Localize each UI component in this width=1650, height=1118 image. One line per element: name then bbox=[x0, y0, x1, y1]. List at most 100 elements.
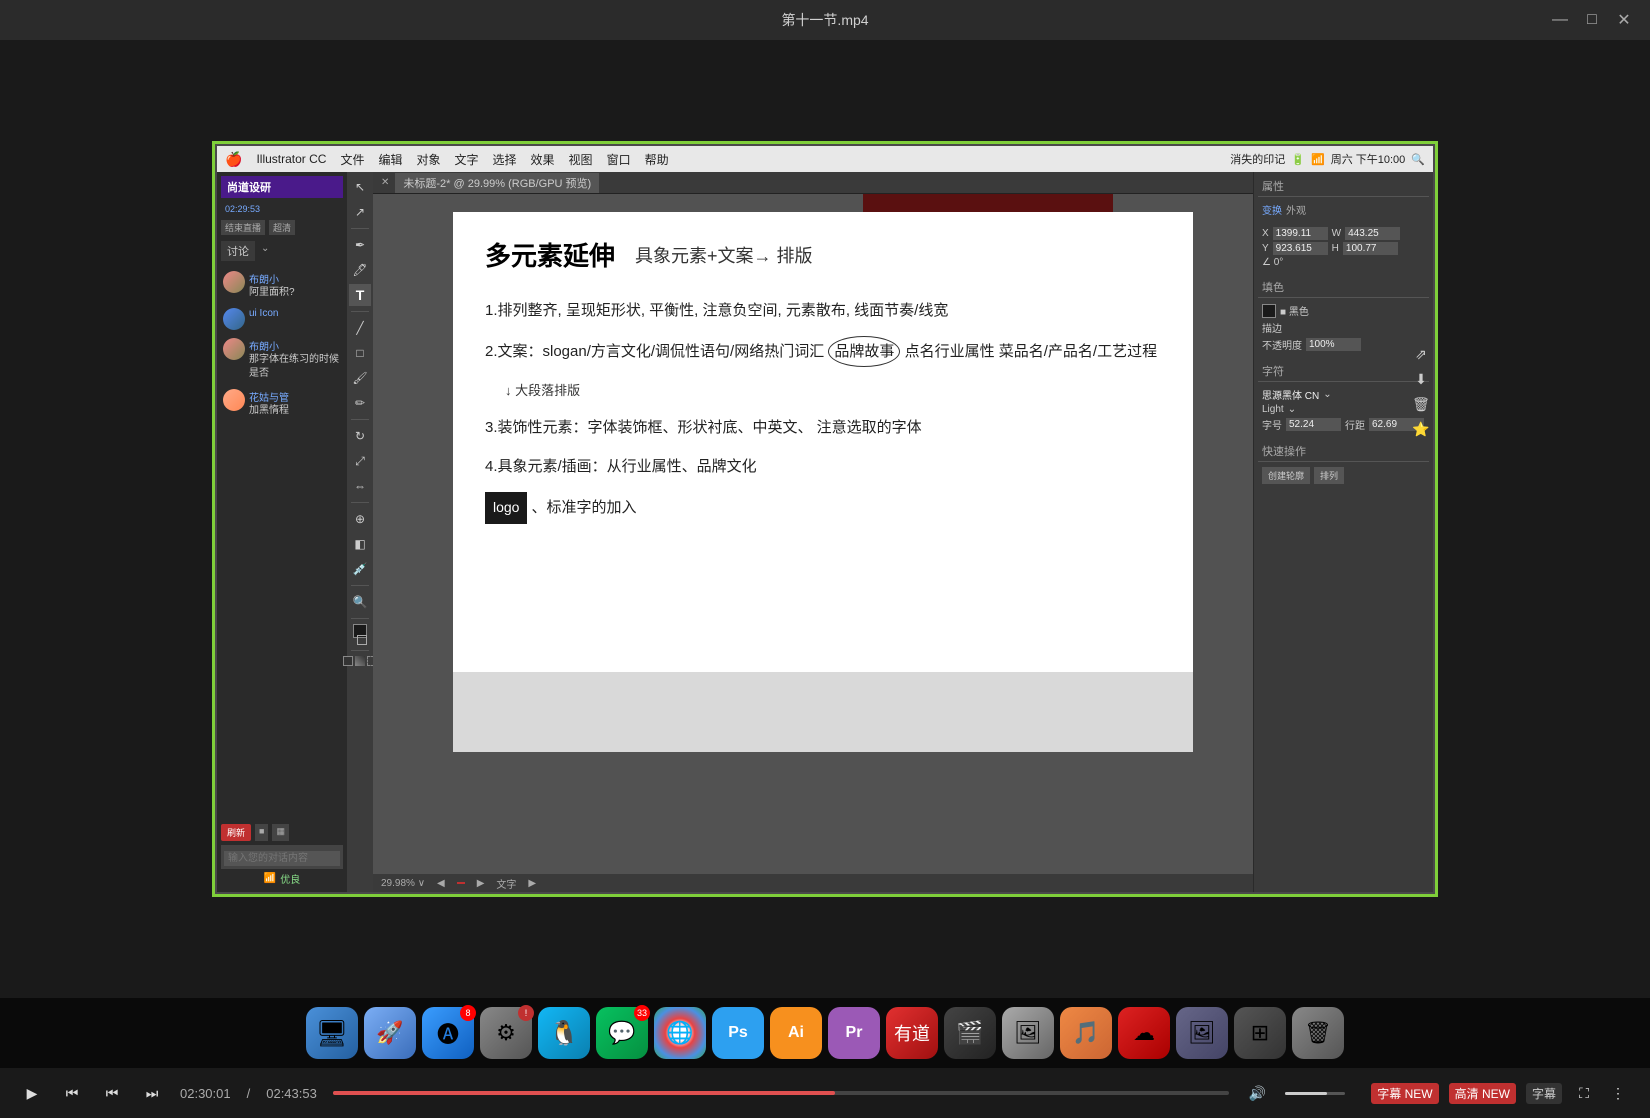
shape-builder-tool-icon[interactable]: ⊕ bbox=[349, 508, 371, 530]
curvature-tool-icon[interactable]: 🖊 bbox=[349, 259, 371, 281]
quality-btn[interactable]: 超清 bbox=[269, 220, 295, 235]
rewind-button[interactable]: ⏮ bbox=[100, 1081, 124, 1105]
help-menu[interactable]: 帮助 bbox=[645, 151, 669, 168]
chat-icon-2[interactable]: ▦ bbox=[272, 824, 289, 841]
view-menu[interactable]: 视图 bbox=[569, 151, 593, 168]
discussion-tab[interactable]: 讨论 bbox=[221, 241, 255, 261]
add-outline-btn[interactable]: 创建轮廓 bbox=[1262, 467, 1310, 484]
dock-finder[interactable]: 🖥 bbox=[306, 1007, 358, 1059]
object-menu[interactable]: 对象 bbox=[416, 151, 440, 168]
circled-text: 品牌故事 bbox=[828, 336, 900, 367]
mac-screen-frame: 🍎 Illustrator CC 文件 编辑 对象 文字 选择 效果 视图 窗口… bbox=[212, 141, 1438, 897]
font-size-input[interactable] bbox=[1286, 418, 1341, 431]
volume-bar[interactable] bbox=[1285, 1092, 1345, 1095]
file-menu[interactable]: 文件 bbox=[340, 151, 364, 168]
appearance-tab[interactable]: 外观 bbox=[1286, 202, 1306, 217]
dock-music[interactable]: 🎵 bbox=[1060, 1007, 1112, 1059]
refresh-btn[interactable]: 刷新 bbox=[221, 824, 251, 841]
toolbar-divider-5 bbox=[351, 585, 369, 586]
dock-photos[interactable]: 🖼 bbox=[1002, 1007, 1054, 1059]
play-button[interactable]: ▶ bbox=[20, 1081, 44, 1105]
dock-photoshop[interactable]: Ps bbox=[712, 1007, 764, 1059]
line-segment-tool-icon[interactable]: ╱ bbox=[349, 317, 371, 339]
normal-mode-icon[interactable] bbox=[343, 656, 353, 666]
download-icon[interactable]: ⬇ bbox=[1415, 371, 1427, 388]
transform-tab[interactable]: 变换 bbox=[1262, 202, 1282, 217]
minimize-button[interactable]: — bbox=[1550, 11, 1570, 29]
active-tab[interactable]: 未标题-2* @ 29.99% (RGB/GPU 预览) bbox=[395, 173, 599, 193]
text-menu[interactable]: 文字 bbox=[455, 151, 479, 168]
font-expand-icon[interactable]: ⌄ bbox=[1323, 389, 1331, 400]
volume-icon[interactable]: 🔊 bbox=[1245, 1081, 1269, 1105]
more-btn[interactable]: ⋮ bbox=[1606, 1081, 1630, 1105]
dock-netease[interactable]: ☁ bbox=[1118, 1007, 1170, 1059]
expand-icon[interactable]: ⌄ bbox=[259, 241, 271, 261]
h-input[interactable] bbox=[1343, 242, 1398, 255]
direct-select-tool-icon[interactable]: ↗ bbox=[349, 201, 371, 223]
close-button[interactable]: ✕ bbox=[1614, 10, 1634, 30]
dock-finalcut[interactable]: 🎬 bbox=[944, 1007, 996, 1059]
delete-icon[interactable]: 🗑 bbox=[1412, 396, 1430, 413]
dock-premiere[interactable]: Pr bbox=[828, 1007, 880, 1059]
effect-menu[interactable]: 效果 bbox=[531, 151, 555, 168]
pencil-tool-icon[interactable]: ✏ bbox=[349, 392, 371, 414]
end-broadcast-btn[interactable]: 结束直播 bbox=[221, 220, 265, 235]
app-name-menu[interactable]: Illustrator CC bbox=[256, 152, 326, 166]
rotate-tool-icon[interactable]: ↻ bbox=[349, 425, 371, 447]
dock-wechat[interactable]: 33 💬 bbox=[596, 1007, 648, 1059]
x-input[interactable] bbox=[1273, 227, 1328, 240]
dock-youdao[interactable]: 有道 bbox=[886, 1007, 938, 1059]
forward-button[interactable]: ⏭ bbox=[140, 1081, 164, 1105]
y-input[interactable] bbox=[1273, 242, 1328, 255]
dock-trash[interactable]: 🗑 bbox=[1292, 1007, 1344, 1059]
scale-tool-icon[interactable]: ⤢ bbox=[349, 450, 371, 472]
fullscreen-btn[interactable]: ⛶ bbox=[1572, 1081, 1596, 1105]
dock-settings[interactable]: ! ⚙ bbox=[480, 1007, 532, 1059]
edit-menu[interactable]: 编辑 bbox=[378, 151, 402, 168]
chat-input[interactable] bbox=[224, 851, 340, 866]
zoom-tool-icon[interactable]: 🔍 bbox=[349, 591, 371, 613]
search-icon[interactable]: 🔍 bbox=[1411, 153, 1425, 166]
nav-arrow[interactable]: ▶ bbox=[528, 878, 536, 889]
avatar-1 bbox=[223, 271, 245, 293]
opacity-input[interactable] bbox=[1306, 338, 1361, 351]
gradient-mode-icon[interactable] bbox=[355, 656, 365, 666]
dock-mosaic[interactable]: ⊞ bbox=[1234, 1007, 1286, 1059]
nav-prev[interactable]: ◀ bbox=[437, 878, 445, 889]
fill-color-indicator[interactable] bbox=[1262, 304, 1276, 318]
select-tool-icon[interactable]: ↖ bbox=[349, 176, 371, 198]
canvas-area[interactable]: ✕ 未标题-2* @ 29.99% (RGB/GPU 预览) 一一烫 多元素延伸… bbox=[373, 172, 1253, 892]
caption-btn[interactable]: 字幕 bbox=[1526, 1083, 1562, 1104]
dock-illustrator[interactable]: Ai bbox=[770, 1007, 822, 1059]
share-icon[interactable]: ⇗ bbox=[1415, 346, 1427, 363]
star-icon[interactable]: ⭐ bbox=[1412, 421, 1429, 438]
chat-icon-1[interactable]: ■ bbox=[255, 824, 268, 841]
dock-qq[interactable]: 🐧 bbox=[538, 1007, 590, 1059]
width-tool-icon[interactable]: ⇔ bbox=[349, 475, 371, 497]
arrange-btn[interactable]: 排列 bbox=[1314, 467, 1344, 484]
nav-next[interactable]: ▶ bbox=[477, 878, 485, 889]
actions-section: 快速操作 创建轮廓 排列 bbox=[1258, 441, 1429, 485]
stroke-color-box[interactable] bbox=[357, 635, 367, 645]
restore-button[interactable]: □ bbox=[1582, 11, 1602, 29]
close-tab-icon[interactable]: ✕ bbox=[381, 177, 389, 188]
dock-appstore[interactable]: 8 🅐 bbox=[422, 1007, 474, 1059]
prev-button[interactable]: ⏮ bbox=[60, 1081, 84, 1105]
select-menu[interactable]: 选择 bbox=[493, 151, 517, 168]
dock-launchpad[interactable]: 🚀 bbox=[364, 1007, 416, 1059]
rectangle-tool-icon[interactable]: □ bbox=[349, 342, 371, 364]
w-input[interactable] bbox=[1345, 227, 1400, 240]
eyedropper-tool-icon[interactable]: 💉 bbox=[349, 558, 371, 580]
paintbrush-tool-icon[interactable]: 🖌 bbox=[349, 367, 371, 389]
gradient-tool-icon[interactable]: ◧ bbox=[349, 533, 371, 555]
dock-preview[interactable]: 🖼 bbox=[1176, 1007, 1228, 1059]
dock-chrome[interactable]: 🌐 bbox=[654, 1007, 706, 1059]
window-menu[interactable]: 窗口 bbox=[607, 151, 631, 168]
font-style-expand[interactable]: ⌄ bbox=[1288, 404, 1296, 415]
photos-icon: 🖼 bbox=[1014, 1020, 1042, 1046]
subtitle-btn[interactable]: 字幕 NEW bbox=[1371, 1083, 1438, 1104]
resolution-btn[interactable]: 高清 NEW bbox=[1449, 1083, 1516, 1104]
pen-tool-icon[interactable]: ✒ bbox=[349, 234, 371, 256]
type-tool-icon[interactable]: T bbox=[349, 284, 371, 306]
progress-bar[interactable] bbox=[333, 1091, 1229, 1095]
